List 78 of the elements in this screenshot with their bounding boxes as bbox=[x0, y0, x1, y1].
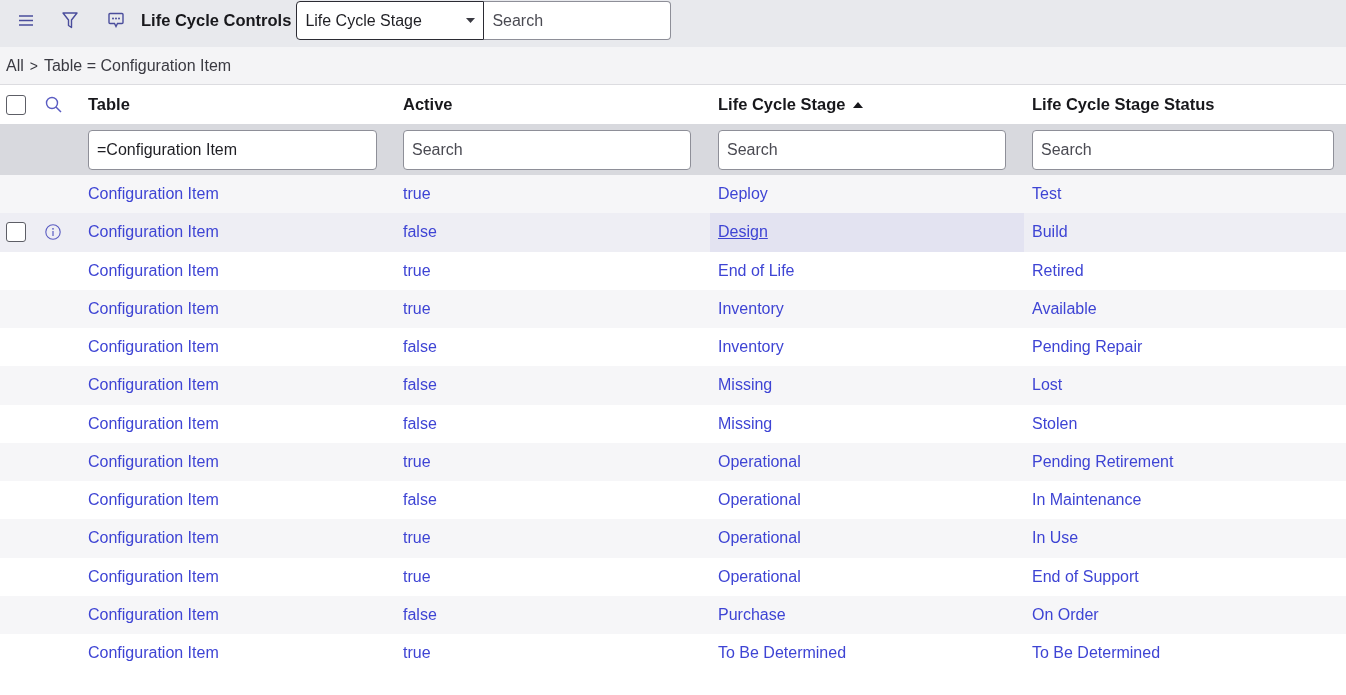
cell-link[interactable]: Configuration Item bbox=[88, 414, 219, 433]
table-row[interactable]: Configuration Item false Missing Lost bbox=[0, 366, 1346, 405]
cell-link[interactable]: Configuration Item bbox=[88, 223, 219, 242]
cell-link[interactable]: Configuration Item bbox=[88, 376, 219, 395]
cell-link[interactable]: On Order bbox=[1032, 605, 1099, 624]
cell-link[interactable]: true bbox=[403, 261, 431, 280]
caret-icon bbox=[466, 18, 476, 23]
breadcrumb-link[interactable]: All bbox=[6, 56, 24, 75]
cell-link[interactable]: In Maintenance bbox=[1032, 491, 1142, 510]
table-row[interactable]: Configuration Item true Operational Pending Retirement bbox=[0, 442, 1346, 481]
column-filter-field[interactable]: Search bbox=[718, 129, 1006, 170]
cell-link[interactable]: false bbox=[403, 491, 437, 510]
column-header[interactable]: Life Cycle Stage bbox=[718, 95, 864, 114]
cell-link[interactable]: Lost bbox=[1032, 376, 1063, 395]
search-field[interactable]: Search bbox=[484, 1, 672, 40]
cell-link[interactable]: Retired bbox=[1032, 261, 1084, 280]
cell-link[interactable]: Configuration Item bbox=[88, 529, 219, 548]
cell-link[interactable]: Configuration Item bbox=[88, 185, 219, 204]
cell-link[interactable]: false bbox=[403, 414, 437, 433]
cell-link[interactable]: Operational bbox=[718, 452, 801, 471]
cell-link[interactable]: false bbox=[403, 338, 437, 357]
cell-link[interactable]: Configuration Item bbox=[88, 299, 219, 318]
column-header[interactable]: Life Cycle Stage Status bbox=[1032, 95, 1215, 114]
cell-link[interactable]: false bbox=[403, 223, 437, 242]
cell-link[interactable]: false bbox=[403, 376, 437, 395]
cell-link[interactable]: To Be Determined bbox=[718, 644, 847, 663]
column-filter-field[interactable]: Search bbox=[1032, 129, 1334, 170]
table-row[interactable]: Configuration Item true Operational In Use bbox=[0, 519, 1346, 558]
cell-link[interactable]: Design bbox=[718, 223, 768, 242]
cell-link[interactable]: Missing bbox=[718, 376, 773, 395]
cell-link[interactable]: Inventory bbox=[718, 338, 784, 357]
cell-link[interactable]: Missing bbox=[718, 414, 773, 433]
table-row[interactable]: Configuration Item true Deploy Test bbox=[0, 175, 1346, 214]
select-all-checkbox[interactable] bbox=[6, 94, 26, 115]
cell-link[interactable]: Configuration Item bbox=[88, 452, 219, 471]
cell-link[interactable]: Configuration Item bbox=[88, 644, 219, 663]
list-title: Life Cycle Controls bbox=[141, 10, 292, 31]
cell-link[interactable]: End of Life bbox=[718, 261, 795, 280]
row-checkbox[interactable] bbox=[6, 222, 26, 243]
cell-link[interactable]: End of Support bbox=[1032, 567, 1139, 586]
cell-link[interactable]: Inventory bbox=[718, 299, 784, 318]
cell-link[interactable]: true bbox=[403, 452, 431, 471]
cell-link[interactable]: Stolen bbox=[1032, 414, 1078, 433]
cell-link[interactable]: Configuration Item bbox=[88, 491, 219, 510]
cell-link[interactable]: In Use bbox=[1032, 529, 1079, 548]
table-row[interactable]: Configuration Item false Design Build bbox=[0, 213, 1346, 252]
column-filter-field[interactable]: =Configuration Item bbox=[88, 129, 377, 170]
cell-link[interactable]: true bbox=[403, 529, 431, 548]
field-select[interactable]: Life Cycle Stage bbox=[296, 1, 485, 40]
cell-link[interactable]: Purchase bbox=[718, 605, 786, 624]
info-icon[interactable] bbox=[45, 224, 61, 241]
cell-link[interactable]: Configuration Item bbox=[88, 338, 219, 357]
cell-link[interactable]: Deploy bbox=[718, 185, 768, 204]
cell-link[interactable]: Configuration Item bbox=[88, 567, 219, 586]
breadcrumb-separator: > bbox=[29, 57, 38, 74]
cell-link[interactable]: true bbox=[403, 299, 431, 318]
breadcrumb-link[interactable]: Table = Configuration Item bbox=[43, 56, 232, 75]
cell-link[interactable]: Available bbox=[1032, 299, 1097, 318]
column-header[interactable]: Table bbox=[88, 95, 130, 114]
cell-link[interactable]: true bbox=[403, 185, 431, 204]
cell-link[interactable]: Test bbox=[1032, 185, 1062, 204]
cell-link[interactable]: Pending Retirement bbox=[1032, 452, 1174, 471]
cell-link[interactable]: true bbox=[403, 644, 431, 663]
table-row[interactable]: Configuration Item true Inventory Available bbox=[0, 289, 1346, 328]
cell-link[interactable]: Pending Repair bbox=[1032, 338, 1143, 357]
table-row[interactable]: Configuration Item false Purchase On Order bbox=[0, 595, 1346, 634]
cell-link[interactable]: To Be Determined bbox=[1032, 644, 1161, 663]
cell-link[interactable]: Build bbox=[1032, 223, 1068, 242]
cell-link[interactable]: Configuration Item bbox=[88, 605, 219, 624]
column-header[interactable]: Active bbox=[403, 95, 453, 114]
cell-link[interactable]: Configuration Item bbox=[88, 261, 219, 280]
cell-link[interactable]: Operational bbox=[718, 491, 801, 510]
cell-link[interactable]: Operational bbox=[718, 567, 801, 586]
search-icon[interactable] bbox=[45, 96, 62, 113]
column-filter-field[interactable]: Search bbox=[403, 129, 691, 170]
cell-link[interactable]: false bbox=[403, 605, 437, 624]
cell-link[interactable]: true bbox=[403, 567, 431, 586]
cell-link[interactable]: Operational bbox=[718, 529, 801, 548]
